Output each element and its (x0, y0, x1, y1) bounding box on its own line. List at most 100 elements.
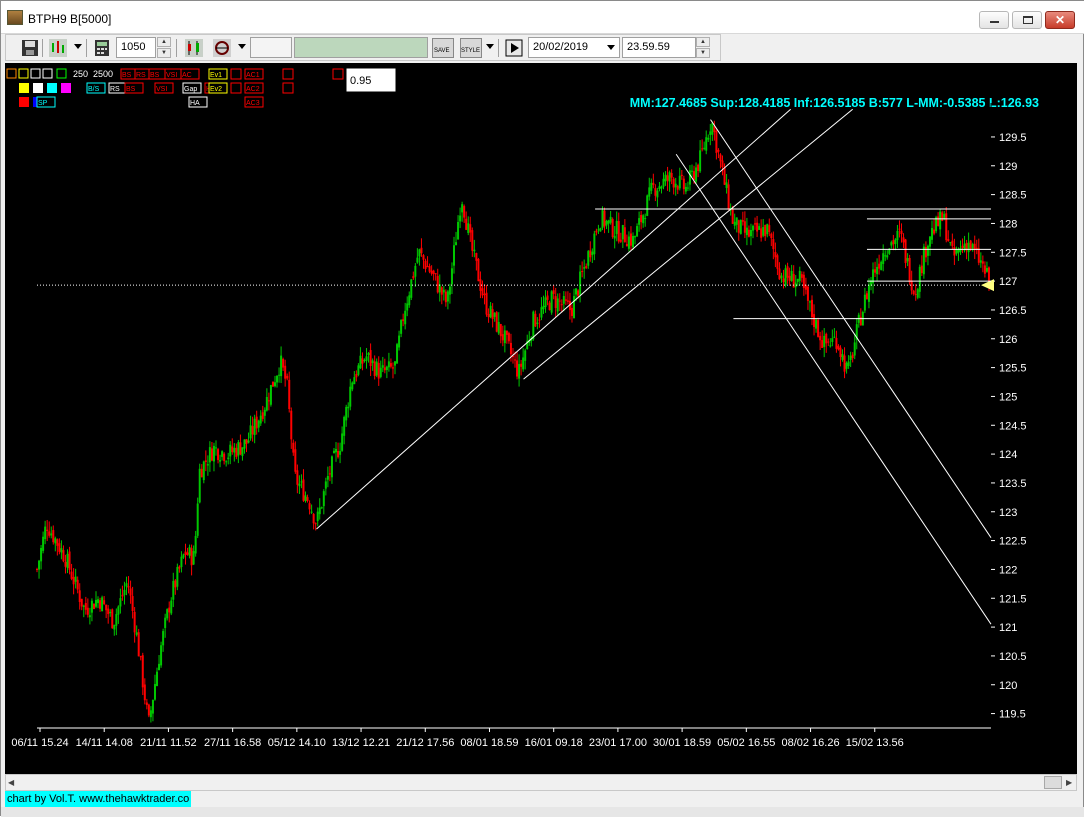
tool-icon-4 (56, 68, 67, 79)
minimize-icon (990, 21, 999, 23)
candle-body (583, 267, 586, 269)
candle-body (548, 302, 551, 311)
candle-body (198, 468, 201, 503)
candle-body (430, 270, 433, 274)
candle-body (587, 251, 590, 266)
candle-body (300, 481, 303, 483)
chart-area[interactable]: 2502500BSRSBSVSIACEv1AC1B/SRSBSVSIGapHIS… (5, 63, 1077, 774)
candle-body (90, 600, 93, 613)
close-button[interactable]: ✕ (1045, 11, 1075, 29)
candle-body (210, 448, 213, 461)
price-chart[interactable]: 2502500BSRSBSVSIACEv1AC1B/SRSBSVSIGapHIS… (5, 63, 1077, 774)
time-spin-up[interactable]: ▲ (696, 37, 710, 47)
y-tick-label: 125 (999, 391, 1017, 403)
candle-body (851, 354, 854, 359)
candle-body (983, 265, 986, 274)
candle-body (164, 617, 167, 628)
candle-body (827, 341, 830, 343)
candle-body (324, 481, 327, 489)
candle-body (701, 148, 704, 150)
y-tick-label: 123 (999, 507, 1017, 519)
candle-body (241, 447, 244, 456)
candle-body (237, 442, 240, 456)
candle-body (867, 284, 870, 302)
time-spin-down[interactable]: ▼ (696, 48, 710, 58)
candle-body (56, 539, 59, 546)
restore-button[interactable] (1012, 11, 1042, 29)
tool-icon-3 (42, 68, 53, 79)
bars-spin-down[interactable]: ▼ (157, 48, 171, 58)
candle-body (646, 195, 649, 216)
time-input[interactable]: 23.59.59 (622, 37, 696, 58)
candle-body (658, 186, 661, 190)
candle-body (573, 296, 576, 319)
candle-body (202, 461, 205, 481)
candle-body (229, 444, 232, 457)
scroll-right-icon[interactable]: ▶ (1066, 778, 1072, 787)
play-icon[interactable] (504, 38, 524, 58)
candle-body (212, 445, 215, 462)
candle-body (143, 684, 146, 701)
empty-field[interactable] (250, 37, 292, 58)
chart-type-icon[interactable] (48, 38, 68, 58)
candle-body (483, 293, 486, 295)
candle-body (105, 604, 108, 611)
candle-body (174, 580, 177, 588)
candle-body (896, 230, 899, 241)
candle-body (914, 293, 917, 295)
app-icon (7, 10, 23, 25)
y-tick-label: 129.5 (999, 132, 1027, 144)
indicator-dropdown[interactable] (238, 44, 246, 49)
candle-body (735, 217, 738, 225)
candle-body (672, 178, 675, 188)
save-icon[interactable] (20, 38, 40, 58)
date-picker[interactable]: 20/02/2019 (528, 37, 620, 58)
candle-body (945, 213, 948, 241)
candle-body (166, 609, 169, 619)
candle-body (782, 278, 785, 283)
candle-body (644, 218, 647, 220)
y-tick-label: 127 (999, 276, 1017, 288)
candle-body (863, 294, 866, 311)
candle-body (491, 309, 494, 319)
candle-body (752, 225, 755, 231)
candle-body (269, 385, 272, 405)
indicator-icon[interactable] (212, 38, 232, 58)
candle-body (654, 188, 657, 196)
chart-type-dropdown[interactable] (74, 44, 82, 49)
candle-body (280, 355, 283, 377)
candle-body (676, 186, 679, 190)
horizontal-scrollbar[interactable]: ◀ ▶ (5, 774, 1077, 791)
style-dropdown[interactable] (486, 44, 494, 49)
candle-body (636, 226, 639, 237)
candle-body (389, 363, 392, 367)
calculator-icon[interactable] (92, 38, 112, 58)
minimize-button[interactable] (979, 11, 1009, 29)
scroll-left-icon[interactable]: ◀ (8, 778, 14, 787)
style-button[interactable]: STYLE (460, 38, 482, 58)
candle-body (756, 222, 759, 232)
candle-body (190, 548, 193, 566)
candle-body (119, 598, 122, 607)
candle-body (450, 268, 453, 285)
bars-spin-up[interactable]: ▲ (157, 37, 171, 47)
candle-body (97, 599, 100, 604)
candle-body (874, 269, 877, 273)
candle-body (926, 245, 929, 256)
candle-body (296, 470, 299, 485)
candles-icon[interactable] (184, 38, 204, 58)
y-tick-label: 119.5 (999, 709, 1026, 721)
scrollbar-thumb[interactable] (1044, 776, 1062, 789)
candle-body (668, 172, 671, 182)
candle-body (276, 375, 279, 383)
candle-body (158, 663, 161, 671)
bars-count-input[interactable]: 1050 (116, 37, 156, 58)
x-tick-label: 21/12 17.56 (396, 737, 454, 749)
candle-body (398, 335, 401, 348)
candle-body (908, 258, 911, 283)
candle-body (68, 551, 71, 570)
candle-body (625, 244, 628, 247)
save-button[interactable]: SAVE (432, 38, 454, 58)
candle-body (497, 321, 500, 334)
y-tick-label: 126.5 (999, 305, 1027, 317)
